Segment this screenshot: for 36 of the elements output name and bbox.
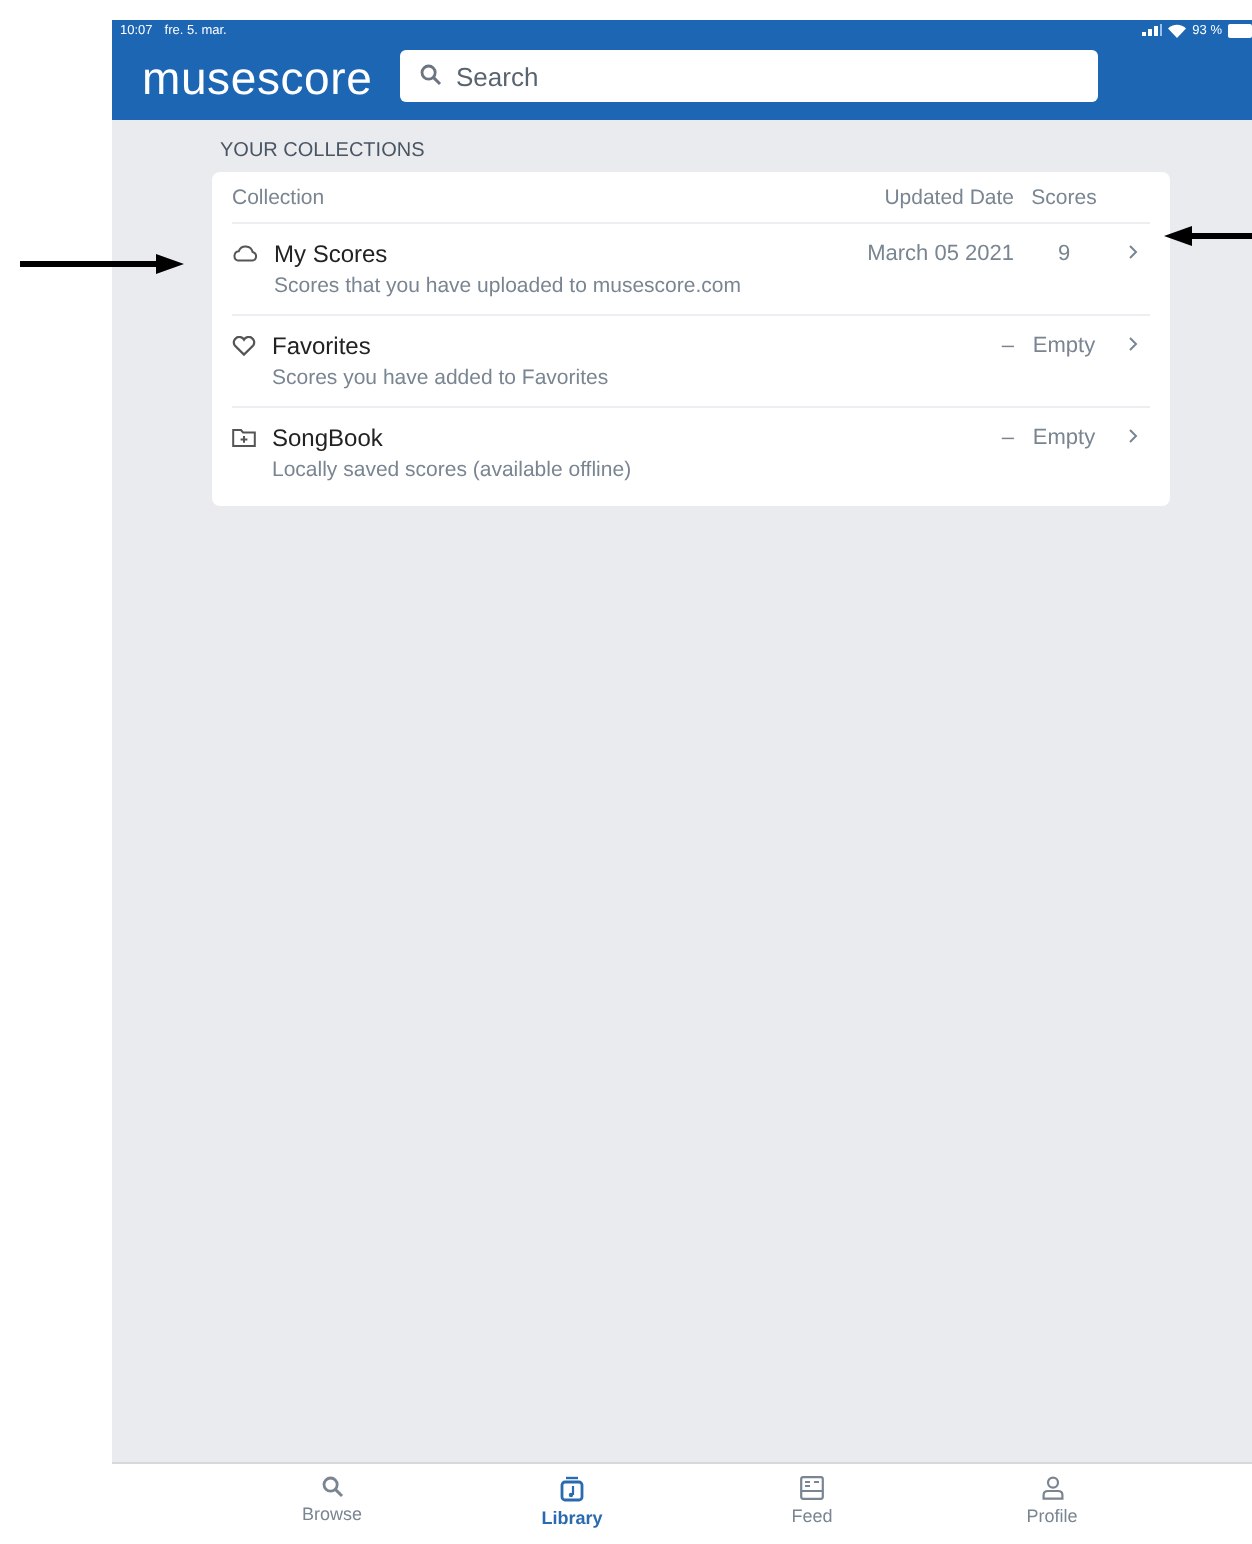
tab[interactable]: Library — [452, 1464, 692, 1544]
music-note-icon — [560, 1476, 584, 1502]
chevron-icon[interactable] — [1127, 336, 1137, 352]
heart-icon — [232, 336, 256, 356]
collection-description: Scores you have added to Favorites — [272, 366, 609, 390]
updated-date: – — [999, 424, 1014, 450]
tab[interactable]: Feed — [692, 1464, 932, 1544]
collection-name[interactable]: SongBook — [272, 424, 632, 452]
column-header: Collection — [232, 185, 327, 209]
collection-description: Scores that you have uploaded to musescore.com — [274, 274, 741, 298]
wifi-icon — [1168, 23, 1187, 37]
collection-description: Locally saved scores (available offline) — [272, 458, 632, 482]
tab[interactable]: Profile — [932, 1464, 1172, 1544]
profile-icon — [1041, 1476, 1063, 1500]
battery-icon — [1228, 23, 1252, 37]
score-count: Empty — [1030, 424, 1098, 450]
updated-date: March 05 2021 — [865, 240, 1014, 266]
feed-icon — [800, 1476, 824, 1500]
signal-icon — [1142, 24, 1163, 36]
column-header: Scores — [1029, 185, 1099, 209]
search-icon — [321, 1476, 343, 1498]
score-count: Empty — [1030, 332, 1098, 358]
column-header: Updated Date — [882, 185, 1014, 209]
section-title: YOUR COLLECTIONS — [220, 140, 427, 162]
logo: musescore — [140, 51, 375, 105]
cloud-icon — [232, 244, 258, 262]
search-field[interactable]: Search — [400, 50, 1098, 102]
arrow — [1164, 226, 1252, 246]
chevron-icon[interactable] — [1127, 428, 1137, 444]
collection-name[interactable]: Favorites — [272, 332, 609, 360]
score-count: 9 — [1055, 240, 1073, 266]
updated-date: – — [999, 332, 1014, 358]
tab[interactable]: Browse — [212, 1464, 452, 1544]
collection-name[interactable]: My Scores — [274, 240, 741, 268]
chevron-icon[interactable] — [1127, 244, 1137, 260]
folder-icon — [232, 428, 256, 448]
